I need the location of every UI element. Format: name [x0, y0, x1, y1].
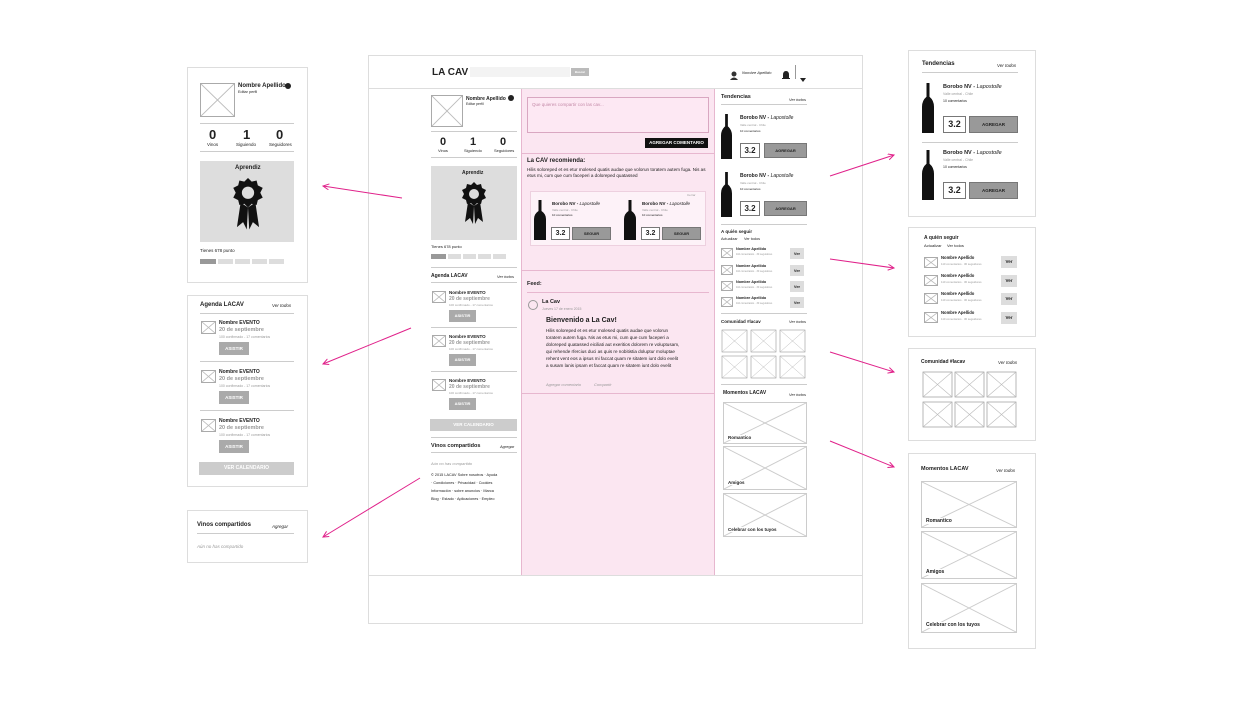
annotation-arrows — [0, 0, 1256, 709]
arrow-community — [829, 351, 894, 372]
arrow-trends — [829, 155, 894, 177]
arrow-profile — [323, 186, 403, 199]
arrow-moments — [829, 440, 894, 467]
arrow-follow — [829, 258, 894, 268]
arrow-agenda — [323, 327, 412, 364]
arrow-shared — [323, 477, 421, 537]
